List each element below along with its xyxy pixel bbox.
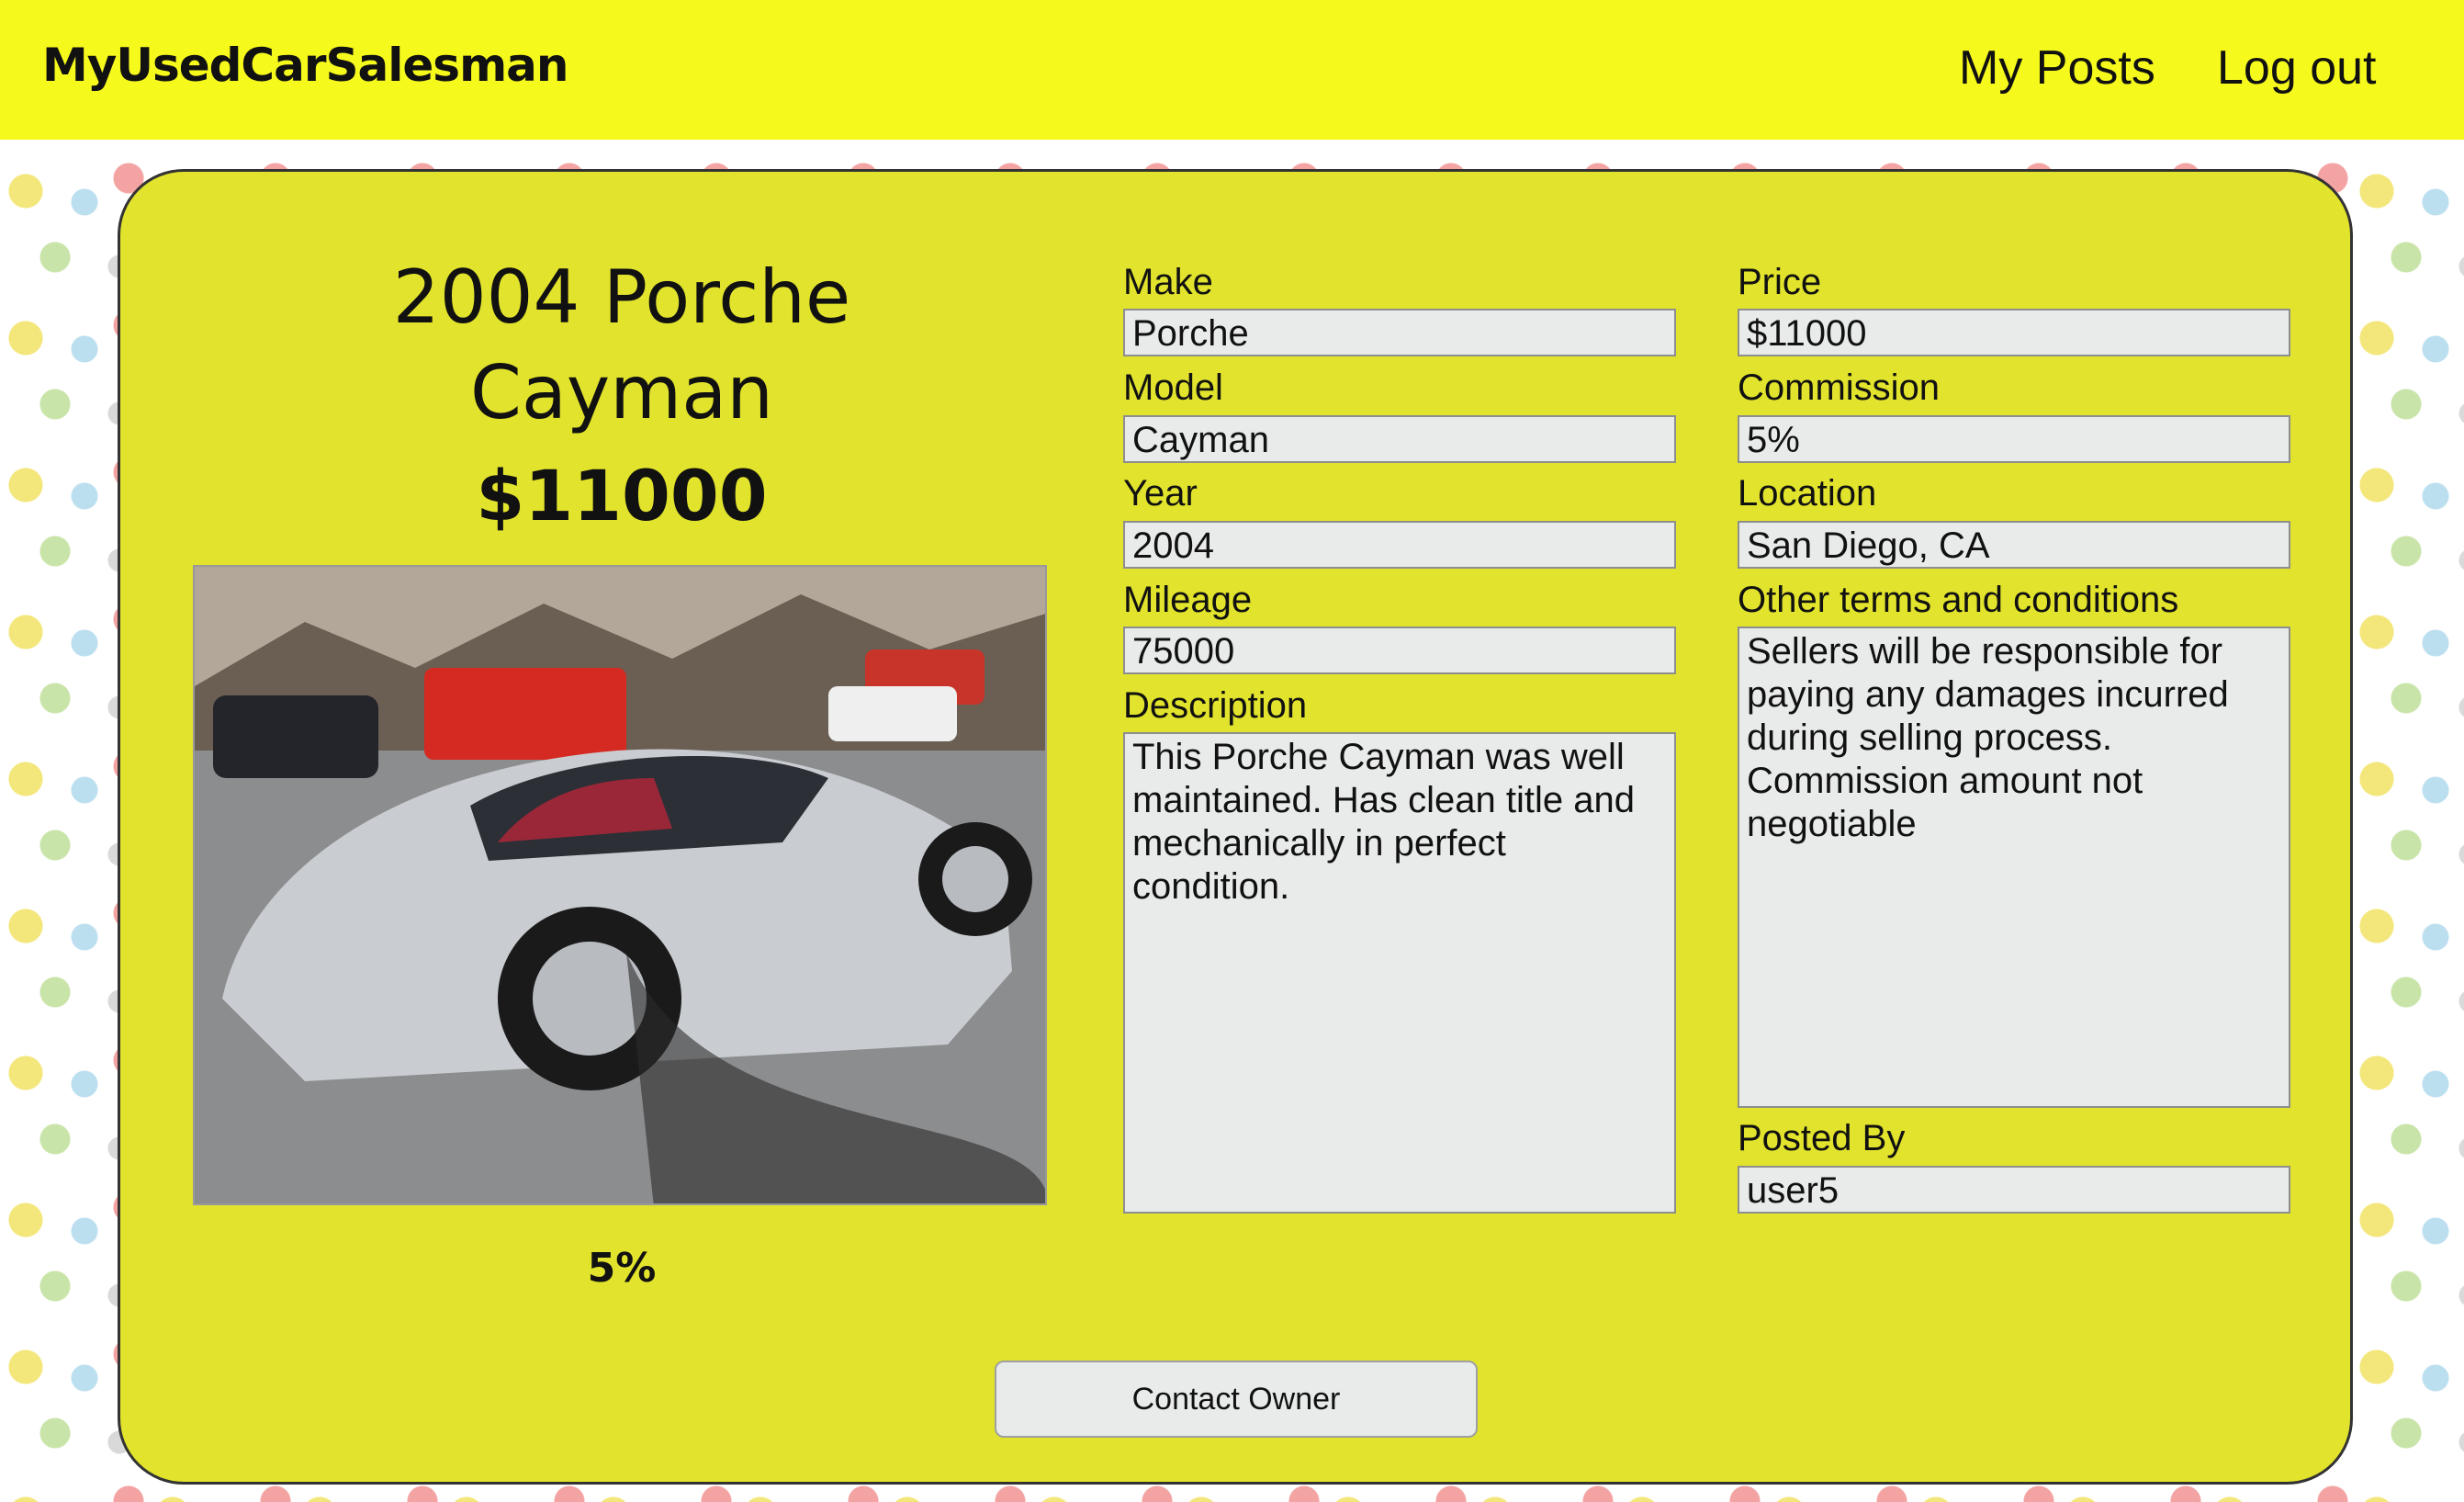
year-label: Year [1123, 473, 1198, 514]
description-field[interactable]: This Porche Cayman was well maintained. … [1123, 732, 1676, 1214]
model-label: Model [1123, 367, 1223, 408]
price-field[interactable]: $11000 [1738, 309, 2290, 356]
make-field[interactable]: Porche [1123, 309, 1676, 356]
terms-field[interactable]: Sellers will be responsible for paying a… [1738, 627, 2290, 1108]
posted-by-label: Posted By [1738, 1118, 1906, 1158]
mileage-label: Mileage [1123, 580, 1253, 620]
contact-owner-button[interactable]: Contact Owner [995, 1361, 1478, 1438]
commission-label: Commission [1738, 367, 1941, 408]
listing-commission: 5% [587, 1245, 657, 1292]
location-label: Location [1738, 473, 1877, 514]
listing-price: $11000 [476, 455, 768, 536]
mileage-field[interactable]: 75000 [1123, 627, 1676, 674]
commission-field[interactable]: 5% [1738, 415, 2290, 463]
year-field[interactable]: 2004 [1123, 521, 1676, 569]
price-label: Price [1738, 262, 1822, 302]
listing-title: 2004 Porche Cayman [392, 254, 851, 435]
make-label: Make [1123, 262, 1213, 302]
model-field[interactable]: Cayman [1123, 415, 1676, 463]
nav-log-out[interactable]: Log out [2217, 40, 2377, 96]
brand-logo[interactable]: MyUsedCarSalesman [42, 39, 569, 92]
nav-my-posts[interactable]: My Posts [1959, 40, 2155, 96]
car-photo [193, 565, 1047, 1205]
car-image-icon [195, 567, 1045, 1203]
location-field[interactable]: San Diego, CA [1738, 521, 2290, 569]
terms-label: Other terms and conditions [1738, 580, 2179, 620]
top-navbar: MyUsedCarSalesman My Posts Log out [0, 0, 2464, 140]
description-label: Description [1123, 685, 1308, 726]
posted-by-field[interactable]: user5 [1738, 1166, 2290, 1214]
